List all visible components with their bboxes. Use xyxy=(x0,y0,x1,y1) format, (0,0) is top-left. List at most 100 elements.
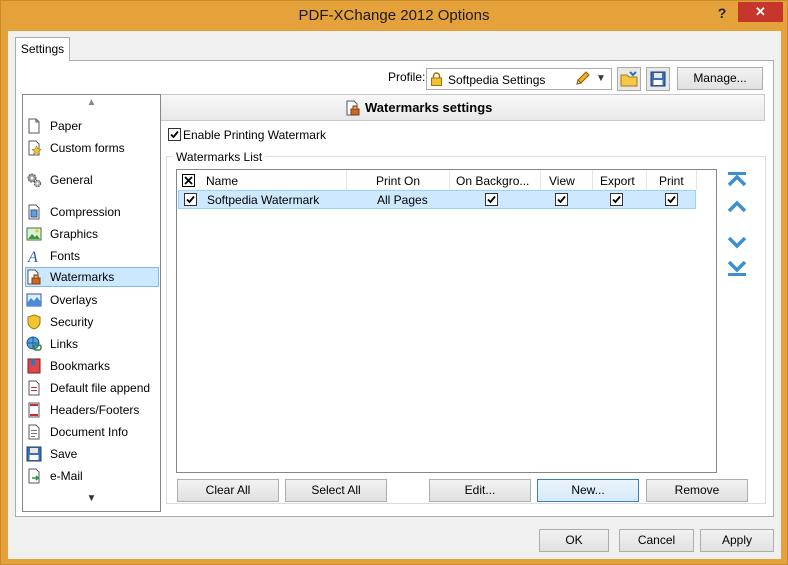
column-header-name[interactable]: Name xyxy=(177,170,347,190)
sidebar-item-bookmarks[interactable]: Bookmarks xyxy=(25,356,159,376)
chevron-down-icon[interactable]: ▼ xyxy=(596,73,606,84)
help-button[interactable]: ? xyxy=(711,5,733,25)
sidebar-item-label: Security xyxy=(50,315,94,329)
sidebar-item-label: Headers/Footers xyxy=(50,403,140,417)
panel-header: Watermarks settings xyxy=(161,94,765,121)
move-up-button[interactable] xyxy=(725,197,749,217)
profile-label: Profile: xyxy=(388,70,426,84)
sidebar-item-headers-footers[interactable]: Headers/Footers xyxy=(25,400,159,420)
sidebar-item-label: e-Mail xyxy=(50,469,83,483)
sidebar-item-label: Document Info xyxy=(50,425,129,439)
sidebar-item-label: Default file append xyxy=(50,381,151,395)
save-profile-button[interactable] xyxy=(646,67,670,91)
checkmark-icon xyxy=(557,195,566,204)
profile-dropdown[interactable]: Softpedia Settings ▼ xyxy=(426,68,612,90)
enable-watermark-label: Enable Printing Watermark xyxy=(183,128,326,142)
sidebar-item-document-info[interactable]: Document Info xyxy=(25,422,159,442)
sidebar-item-label: Paper xyxy=(50,119,83,133)
pencil-icon[interactable] xyxy=(574,71,590,87)
headers-footers-icon xyxy=(28,402,40,418)
move-top-button[interactable] xyxy=(725,170,749,190)
row-enabled-checkbox[interactable] xyxy=(184,193,197,206)
move-to-top-icon xyxy=(727,172,747,187)
select-all-checkbox[interactable] xyxy=(182,174,195,187)
apply-button[interactable]: Apply xyxy=(700,529,774,552)
sidebar-item-paper[interactable]: Paper xyxy=(25,116,159,136)
watermarks-list[interactable]: Name Print On On Backgro... View Export … xyxy=(176,169,717,473)
email-icon xyxy=(28,468,40,484)
floppy-icon xyxy=(650,71,666,87)
file-append-icon xyxy=(28,380,40,396)
column-header-view[interactable]: View xyxy=(541,170,593,190)
window-title: PDF-XChange 2012 Options xyxy=(298,7,490,24)
sidebar-item-compression[interactable]: Compression xyxy=(25,202,159,222)
sidebar-item-watermarks[interactable]: Watermarks xyxy=(25,267,159,287)
move-down-button[interactable] xyxy=(725,232,749,252)
column-header-on-background[interactable]: On Backgro... xyxy=(450,170,541,190)
graphics-icon xyxy=(26,227,42,241)
sidebar-item-save[interactable]: Save xyxy=(25,444,159,464)
row-print-checkbox[interactable] xyxy=(665,193,678,206)
gears-icon xyxy=(27,173,42,188)
row-name: Softpedia Watermark xyxy=(207,193,320,207)
row-print-on: All Pages xyxy=(377,193,428,207)
profile-value: Softpedia Settings xyxy=(448,73,546,87)
checkmark-icon xyxy=(612,195,621,204)
sidebar-item-label: Custom forms xyxy=(50,141,125,155)
sidebar-item-graphics[interactable]: Graphics xyxy=(25,224,159,244)
column-on-background-label: On Backgro... xyxy=(456,174,530,188)
options-window: PDF-XChange 2012 Options ? ✕ Settings Pr… xyxy=(0,0,788,565)
cancel-button[interactable]: Cancel xyxy=(619,529,694,552)
title-bar[interactable]: PDF-XChange 2012 Options ? ✕ xyxy=(1,1,787,31)
sidebar-item-custom-forms[interactable]: Custom forms xyxy=(25,138,159,158)
link-icon xyxy=(26,336,42,351)
move-to-bottom-icon xyxy=(727,260,747,276)
sidebar-item-security[interactable]: Security xyxy=(25,312,159,332)
manage-button[interactable]: Manage... xyxy=(677,67,763,90)
column-export-label: Export xyxy=(600,174,635,188)
sidebar-item-general[interactable]: General xyxy=(25,170,159,190)
watermark-icon xyxy=(346,100,360,116)
bookmark-icon xyxy=(27,358,41,374)
watermark-icon xyxy=(27,269,41,285)
row-view-checkbox[interactable] xyxy=(555,193,568,206)
sidebar-item-label: General xyxy=(50,173,93,187)
row-export-checkbox[interactable] xyxy=(610,193,623,206)
category-sidebar[interactable]: ▲ Paper Custom forms General Compression… xyxy=(22,94,161,512)
ok-button[interactable]: OK xyxy=(539,529,609,552)
clear-all-button[interactable]: Clear All xyxy=(177,479,279,502)
close-button[interactable]: ✕ xyxy=(738,2,783,22)
sidebar-item-overlays[interactable]: Overlays xyxy=(25,290,159,310)
move-bottom-button[interactable] xyxy=(725,258,749,278)
table-row[interactable]: Softpedia Watermark All Pages xyxy=(178,190,696,209)
sidebar-item-label: Save xyxy=(50,447,78,461)
enable-watermark-checkbox[interactable] xyxy=(168,128,181,141)
remove-button[interactable]: Remove xyxy=(646,479,748,502)
edit-button[interactable]: Edit... xyxy=(429,479,531,502)
new-button[interactable]: New... xyxy=(537,479,639,502)
tab-settings[interactable]: Settings xyxy=(15,37,70,61)
row-on-background-checkbox[interactable] xyxy=(485,193,498,206)
svg-text:A: A xyxy=(27,249,38,264)
panel-title: Watermarks settings xyxy=(365,100,493,115)
column-header-export[interactable]: Export xyxy=(593,170,647,190)
sidebar-item-links[interactable]: Links xyxy=(25,334,159,354)
sidebar-item-default-file-append[interactable]: Default file append xyxy=(25,378,159,398)
checkmark-icon xyxy=(186,195,195,204)
sidebar-item-label: Bookmarks xyxy=(50,359,111,373)
checkmark-icon xyxy=(667,195,676,204)
scroll-up-icon[interactable]: ▲ xyxy=(23,97,160,113)
document-info-icon xyxy=(28,424,40,440)
column-header-print-on[interactable]: Print On xyxy=(347,170,450,190)
overlays-icon xyxy=(26,293,42,307)
column-header-print[interactable]: Print xyxy=(647,170,697,190)
open-profile-button[interactable] xyxy=(617,67,641,91)
save-icon xyxy=(26,446,42,462)
sidebar-item-fonts[interactable]: A Fonts xyxy=(25,246,159,266)
scroll-down-icon[interactable]: ▼ xyxy=(23,493,160,509)
column-name-label: Name xyxy=(206,174,239,188)
folder-icon xyxy=(620,71,638,87)
compression-icon xyxy=(28,204,40,220)
select-all-button[interactable]: Select All xyxy=(285,479,387,502)
sidebar-item-email[interactable]: e-Mail xyxy=(25,466,159,486)
